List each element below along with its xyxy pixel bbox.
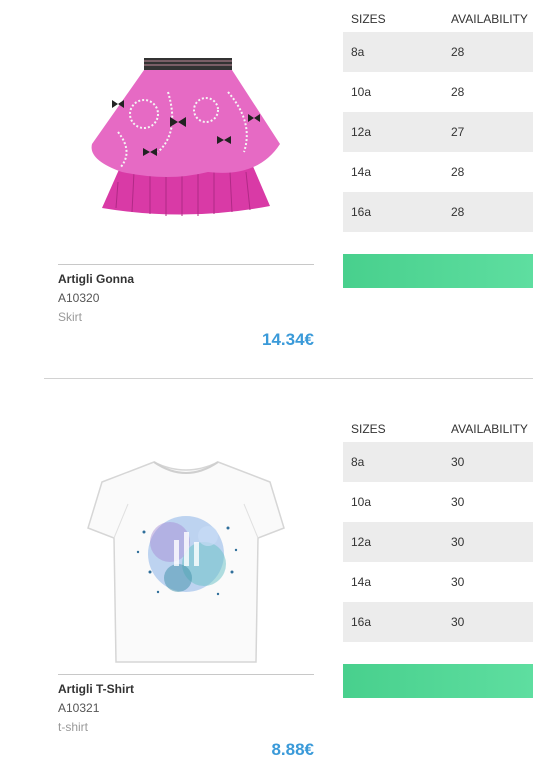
size-cell: 14a xyxy=(343,562,443,602)
availability-cell: 27 xyxy=(443,112,533,152)
product-price: 14.34€ xyxy=(262,330,314,349)
table-row: 14a 30 xyxy=(343,562,533,602)
size-cell: 10a xyxy=(343,482,443,522)
availability-cell: 30 xyxy=(443,602,533,642)
product-type: t-shirt xyxy=(58,720,88,734)
size-cell: 12a xyxy=(343,112,443,152)
product-price: 8.88€ xyxy=(271,740,314,759)
table-row: 10a 28 xyxy=(343,72,533,112)
availability-cell: 28 xyxy=(443,152,533,192)
product-type: Skirt xyxy=(58,310,82,324)
tshirt-illustration xyxy=(87,461,285,663)
size-cell: 10a xyxy=(343,72,443,112)
availability-cell: 30 xyxy=(443,562,533,602)
table-row: 12a 30 xyxy=(343,522,533,562)
availability-cell: 30 xyxy=(443,482,533,522)
size-cell: 8a xyxy=(343,32,443,72)
size-cell: 16a xyxy=(343,192,443,232)
product-image-tshirt[interactable] xyxy=(58,432,314,672)
product-divider xyxy=(58,264,314,265)
add-to-cart-button[interactable] xyxy=(343,254,533,288)
product-card-skirt: Artigli Gonna A10320 Skirt 14.34€ SIZES … xyxy=(0,0,533,378)
sizes-availability-table: SIZES AVAILABILITY 8a 30 10a 30 12a 30 1… xyxy=(343,416,533,642)
availability-header: AVAILABILITY xyxy=(451,422,528,436)
add-to-cart-button[interactable] xyxy=(343,664,533,698)
table-row: 16a 30 xyxy=(343,602,533,642)
table-row: 8a 30 xyxy=(343,442,533,482)
sizes-header: SIZES xyxy=(351,12,386,26)
table-row: 8a 28 xyxy=(343,32,533,72)
table-row: 16a 28 xyxy=(343,192,533,232)
table-row: 10a 30 xyxy=(343,482,533,522)
product-code: A10320 xyxy=(58,291,100,305)
availability-header: AVAILABILITY xyxy=(451,12,528,26)
product-name[interactable]: Artigli T-Shirt xyxy=(58,682,134,696)
product-name[interactable]: Artigli Gonna xyxy=(58,272,134,286)
size-cell: 14a xyxy=(343,152,443,192)
availability-cell: 30 xyxy=(443,442,533,482)
product-separator xyxy=(44,378,533,379)
sizes-availability-table: SIZES AVAILABILITY 8a 28 10a 28 12a 27 1… xyxy=(343,6,533,232)
product-image-skirt[interactable] xyxy=(58,22,314,242)
skirt-waistband xyxy=(144,58,232,70)
table-row: 14a 28 xyxy=(343,152,533,192)
skirt-illustration xyxy=(91,58,280,216)
availability-cell: 28 xyxy=(443,72,533,112)
availability-cell: 28 xyxy=(443,32,533,72)
availability-cell: 28 xyxy=(443,192,533,232)
availability-cell: 30 xyxy=(443,522,533,562)
product-card-tshirt: Artigli T-Shirt A10321 t-shirt 8.88€ SIZ… xyxy=(0,410,533,770)
product-code: A10321 xyxy=(58,701,100,715)
size-cell: 8a xyxy=(343,442,443,482)
sizes-header: SIZES xyxy=(351,422,386,436)
size-cell: 16a xyxy=(343,602,443,642)
product-divider xyxy=(58,674,314,675)
table-row: 12a 27 xyxy=(343,112,533,152)
size-cell: 12a xyxy=(343,522,443,562)
